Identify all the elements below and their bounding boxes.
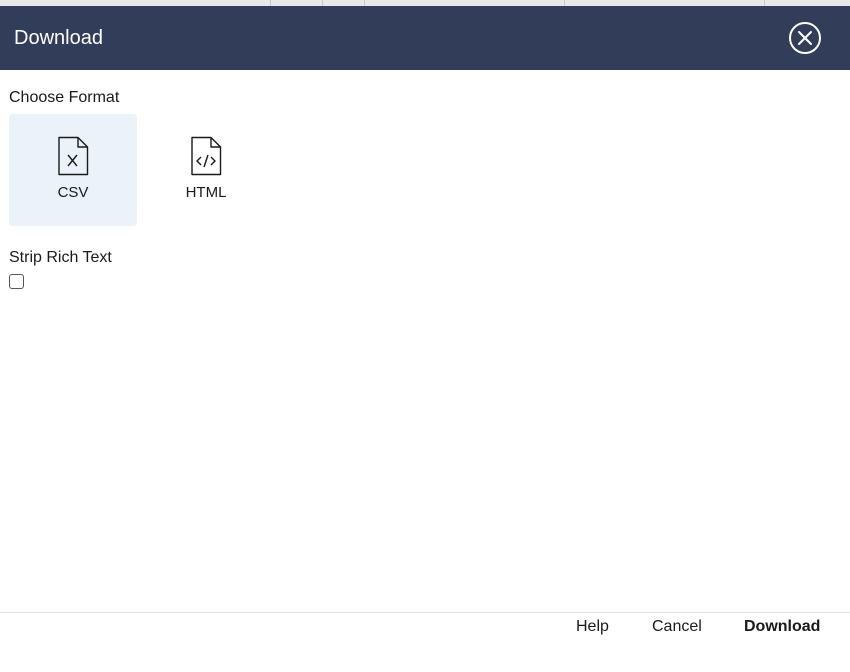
strip-rich-text-label: Strip Rich Text xyxy=(9,249,112,266)
strip-rich-text-checkbox[interactable] xyxy=(9,274,24,289)
close-circle-icon xyxy=(789,22,821,54)
download-dialog: Download Choose Format CSV HTML Strip Ri… xyxy=(0,6,850,672)
footer-divider xyxy=(0,612,850,613)
cancel-button[interactable]: Cancel xyxy=(652,617,702,637)
file-code-icon xyxy=(191,136,222,176)
format-option-label: CSV xyxy=(57,184,89,201)
dialog-title: Download xyxy=(14,27,103,49)
format-option-html[interactable]: HTML xyxy=(142,114,270,226)
help-button[interactable]: Help xyxy=(576,617,609,637)
dialog-header: Download xyxy=(0,6,850,70)
file-csv-icon xyxy=(58,136,89,176)
choose-format-label: Choose Format xyxy=(9,89,120,106)
format-option-label: HTML xyxy=(185,184,227,201)
close-button[interactable] xyxy=(788,21,822,55)
format-option-csv[interactable]: CSV xyxy=(9,114,137,226)
download-button[interactable]: Download xyxy=(744,617,820,637)
